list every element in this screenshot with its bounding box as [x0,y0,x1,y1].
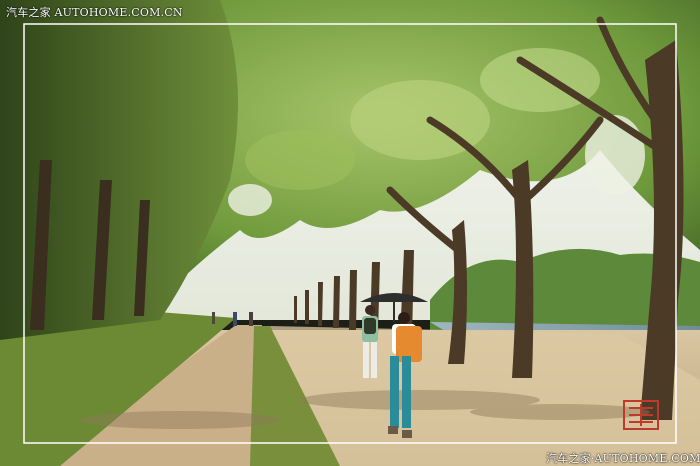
photo-canvas: 汽车之家 AUTOHOME.COM.CN 汽车之家·AUTOHOME.COM.C… [0,0,700,466]
tree-lined-path-photo [0,0,700,466]
watermark-bottom: 汽车之家·AUTOHOME.COM.CN [546,452,700,465]
watermark-top: 汽车之家 AUTOHOME.COM.CN [6,6,183,19]
